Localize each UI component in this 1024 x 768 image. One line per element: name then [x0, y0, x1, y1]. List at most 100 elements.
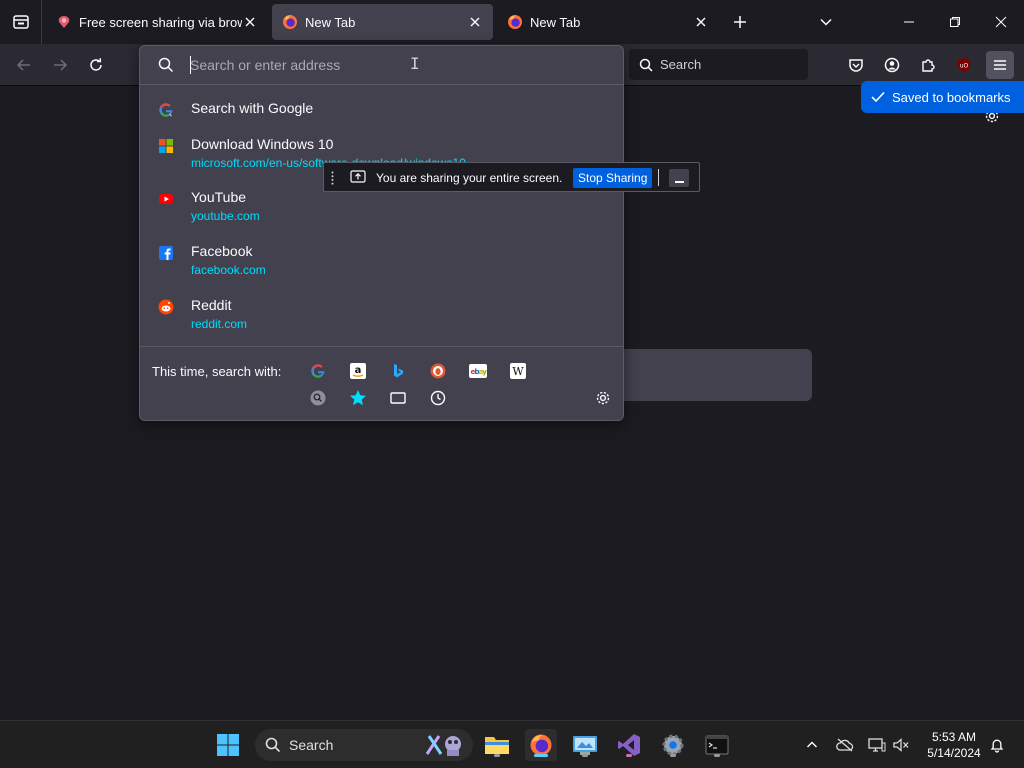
- firefox-view-button[interactable]: [0, 0, 42, 44]
- search-icon: [265, 737, 281, 753]
- cloud-offline-icon: [836, 738, 854, 752]
- minimize-sharing-bar-button[interactable]: [669, 169, 689, 187]
- close-tab-button[interactable]: [693, 14, 709, 30]
- firefox-view-icon: [12, 15, 29, 29]
- onedrive-tray-button[interactable]: [833, 733, 857, 757]
- tab-strip: Free screen sharing via browser New Tab …: [0, 0, 1024, 44]
- address-bar: I: [140, 46, 623, 85]
- forward-button[interactable]: [46, 51, 74, 79]
- running-indicator: [582, 754, 588, 757]
- taskbar-search-label: Search: [289, 737, 334, 753]
- google-icon: [311, 364, 325, 378]
- new-tab-button[interactable]: [726, 8, 754, 36]
- back-button[interactable]: [10, 51, 38, 79]
- result-facebook[interactable]: Facebook facebook.com: [146, 237, 617, 287]
- taskbar-visual-studio[interactable]: [613, 729, 645, 761]
- running-indicator: [626, 754, 632, 757]
- saved-to-bookmarks-toast: Saved to bookmarks: [861, 81, 1024, 113]
- active-indicator: [534, 754, 548, 757]
- app-menu-button[interactable]: [986, 51, 1014, 79]
- taskbar-search[interactable]: Search: [255, 729, 473, 761]
- start-button[interactable]: [212, 729, 244, 761]
- running-indicator: [670, 754, 676, 757]
- tab-new-tab-active[interactable]: New Tab: [272, 4, 493, 40]
- result-title: Search with Google: [191, 100, 314, 116]
- address-bar-dropdown: I Search with Google Download Windows 10…: [139, 45, 624, 421]
- windows-logo-icon: [217, 734, 239, 756]
- result-title: YouTube: [191, 189, 247, 205]
- search-highlight-icon: [425, 735, 461, 756]
- pocket-icon: [849, 59, 863, 72]
- svg-text:uO: uO: [960, 63, 969, 70]
- clock-date: 5/14/2024: [927, 746, 981, 760]
- engine-amazon-button[interactable]: a: [348, 361, 368, 381]
- engine-wikipedia-button[interactable]: W: [508, 361, 528, 381]
- firefox-icon: [283, 15, 297, 29]
- close-tab-button[interactable]: [467, 14, 483, 30]
- taskbar-file-explorer[interactable]: [481, 729, 513, 761]
- reload-button[interactable]: [82, 51, 110, 79]
- control-panel-icon: [573, 736, 597, 755]
- show-hidden-icons-button[interactable]: [800, 733, 824, 757]
- stop-sharing-button[interactable]: Stop Sharing: [573, 168, 653, 188]
- taskbar-control-panel[interactable]: [569, 729, 601, 761]
- engine-ebay-button[interactable]: ebay: [468, 361, 488, 381]
- tab-screen-sharing[interactable]: Free screen sharing via browser: [46, 4, 268, 40]
- running-indicator: [494, 754, 500, 757]
- close-tab-button[interactable]: [242, 14, 258, 30]
- search-tabs-mode-button[interactable]: [308, 388, 328, 408]
- minimize-window-button[interactable]: [886, 0, 932, 44]
- taskbar-clock[interactable]: 5:53 AM 5/14/2024: [918, 729, 990, 761]
- history-mode-button[interactable]: [428, 388, 448, 408]
- result-title: Facebook: [191, 243, 253, 259]
- ibeam-cursor-icon: I: [410, 54, 420, 73]
- chevron-down-icon: [820, 18, 832, 26]
- amazon-icon: a: [350, 363, 366, 379]
- bookmarks-mode-button[interactable]: [348, 388, 368, 408]
- notifications-button[interactable]: [985, 733, 1009, 757]
- clock-time: 5:53 AM: [931, 730, 977, 744]
- engine-bing-button[interactable]: [388, 361, 408, 381]
- pocket-button[interactable]: [842, 51, 870, 79]
- arrow-right-icon: [54, 59, 68, 71]
- drag-handle-icon[interactable]: [331, 171, 334, 185]
- windows-taskbar: Search 5:53 AM 5/14/2024: [0, 720, 1024, 768]
- screen-sharing-indicator: You are sharing your entire screen. Stop…: [323, 162, 700, 192]
- engine-google-button[interactable]: [308, 361, 328, 381]
- tab-new-tab[interactable]: New Tab: [497, 4, 719, 40]
- tab-title: Free screen sharing via browser: [79, 14, 242, 30]
- result-title: Reddit: [191, 297, 232, 313]
- close-icon: [696, 17, 706, 27]
- restore-icon: [950, 17, 960, 27]
- search-icon: [639, 58, 653, 72]
- ublock-origin-icon: uO: [958, 58, 970, 72]
- google-icon: [159, 103, 173, 117]
- taskbar-firefox[interactable]: [525, 729, 557, 761]
- list-all-tabs-button[interactable]: [812, 8, 840, 36]
- volume-tray-button[interactable]: [889, 733, 913, 757]
- result-search-with-google[interactable]: Search with Google: [146, 94, 617, 124]
- new-tab-search-box[interactable]: [600, 349, 812, 401]
- tab-title: New Tab: [530, 14, 581, 30]
- result-reddit[interactable]: Reddit reddit.com: [146, 291, 617, 341]
- search-settings-button[interactable]: [593, 388, 613, 408]
- minimize-icon: [904, 21, 914, 23]
- search-bar[interactable]: Search: [629, 49, 808, 80]
- taskbar-terminal[interactable]: [701, 729, 733, 761]
- account-button[interactable]: [878, 51, 906, 79]
- bookmarks-star-icon: [350, 390, 366, 406]
- restore-window-button[interactable]: [932, 0, 978, 44]
- ebay-icon: e bay: [469, 364, 487, 378]
- text-caret: [190, 56, 191, 74]
- extensions-button[interactable]: [914, 51, 942, 79]
- result-url: youtube.com: [191, 209, 260, 223]
- engine-duckduckgo-button[interactable]: [428, 361, 448, 381]
- close-window-button[interactable]: [978, 0, 1024, 44]
- ublock-origin-button[interactable]: uO: [950, 51, 978, 79]
- network-tray-button[interactable]: [865, 733, 889, 757]
- tabs-mode-button[interactable]: [388, 388, 408, 408]
- puzzle-icon: [922, 59, 935, 72]
- reload-icon: [90, 58, 102, 71]
- address-input[interactable]: [190, 54, 610, 76]
- taskbar-settings[interactable]: [657, 729, 689, 761]
